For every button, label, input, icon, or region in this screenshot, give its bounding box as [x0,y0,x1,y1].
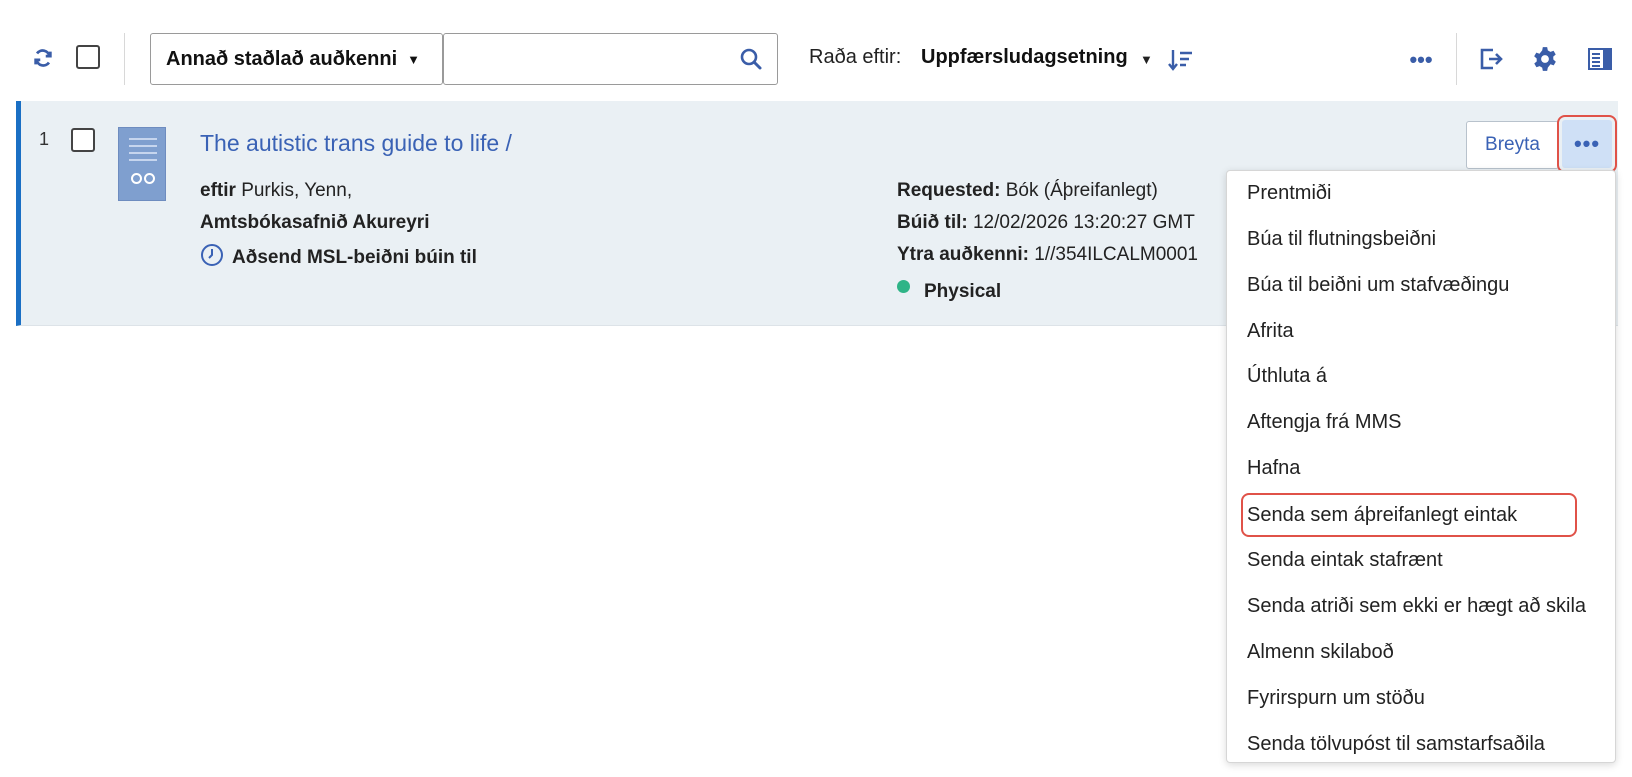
menu-item-unlink-mms[interactable]: Aftengja frá MMS [1241,404,1408,440]
menu-item-reject[interactable]: Hafna [1241,450,1306,486]
sort-direction-icon[interactable] [1166,46,1196,74]
toolbar-divider [1456,33,1457,85]
row-actions-menu: Prentmiði Búa til flutningsbeiðni Búa ti… [1226,170,1616,763]
library-name: Amtsbókasafnið Akureyri [200,212,430,233]
edit-button[interactable]: Breyta [1466,121,1559,169]
menu-item-ship-physically[interactable]: Senda sem áþreifanlegt eintak [1241,493,1577,537]
created-label: Búið til: [897,212,968,233]
requested-label: Requested: [897,180,1001,201]
record-title-link[interactable]: The autistic trans guide to life / [200,130,512,157]
menu-item-general-message[interactable]: Almenn skilaboð [1241,634,1400,670]
sort-select[interactable]: Uppfærsludagsetning [921,46,1128,69]
external-id-field: Ytra auðkenni: 1//354ILCALM0001 [897,244,1198,266]
menu-item-email-partner[interactable]: Senda tölvupóst til samstarfsaðila [1241,726,1551,762]
gear-icon[interactable] [1530,44,1560,74]
search-field-select[interactable]: Annað staðlað auðkenni ▼ [150,33,443,85]
author-name: Purkis, Yenn, [241,180,353,201]
format-status-dot [897,280,910,293]
external-id-label: Ytra auðkenni: [897,244,1029,265]
format-label: Physical [924,281,1002,302]
author-line: eftir Purkis, Yenn, [200,180,352,202]
search-field-select-label: Annað staðlað auðkenni [166,47,398,70]
author-prefix: eftir [200,180,236,201]
requested-value: Bók (Áþreifanlegt) [1005,180,1158,201]
book-cover-thumbnail[interactable] [118,127,166,201]
toolbar: Annað staðlað auðkenni ▼ Raða eftir: Upp… [0,0,1632,100]
search-icon[interactable] [739,47,763,76]
toolbar-divider [124,33,125,85]
row-actions-button[interactable]: ••• [1557,115,1617,173]
refresh-icon[interactable] [30,45,56,71]
menu-item-assign-to[interactable]: Úthluta á [1241,358,1333,394]
menu-item-ship-non-returnable[interactable]: Senda atriði sem ekki er hægt að skila [1241,588,1592,624]
search-input[interactable] [443,33,778,85]
row-number: 1 [39,129,50,149]
menu-item-status-query[interactable]: Fyrirspurn um stöðu [1241,680,1431,716]
created-value: 12/02/2026 13:20:27 GMT [972,212,1195,233]
external-id-value: 1//354ILCALM0001 [1034,244,1198,265]
menu-item-print-label[interactable]: Prentmiði [1241,175,1337,211]
menu-item-create-digitization-request[interactable]: Búa til beiðni um stafvæðingu [1241,267,1515,303]
request-status: Aðsend MSL-beiðni búin til [200,243,477,273]
export-icon[interactable] [1477,45,1505,73]
select-all-checkbox[interactable] [76,45,100,69]
more-actions-icon[interactable]: ••• [1406,46,1436,74]
more-icon: ••• [1562,120,1612,168]
menu-item-duplicate[interactable]: Afrita [1241,313,1300,349]
requested-field: Requested: Bók (Áþreifanlegt) [897,180,1158,202]
created-field: Búið til: 12/02/2026 13:20:27 GMT [897,212,1195,234]
clock-icon [200,243,224,273]
chevron-down-icon[interactable]: ▼ [1140,52,1153,67]
row-checkbox[interactable] [71,128,95,152]
sort-label: Raða eftir: [809,46,902,68]
request-status-text: Aðsend MSL-beiðni búin til [232,247,477,268]
chevron-down-icon: ▼ [407,51,421,67]
menu-item-create-transfer-request[interactable]: Búa til flutningsbeiðni [1241,221,1442,257]
layout-panel-icon[interactable] [1585,44,1615,74]
menu-item-ship-digitally[interactable]: Senda eintak stafrænt [1241,542,1449,578]
